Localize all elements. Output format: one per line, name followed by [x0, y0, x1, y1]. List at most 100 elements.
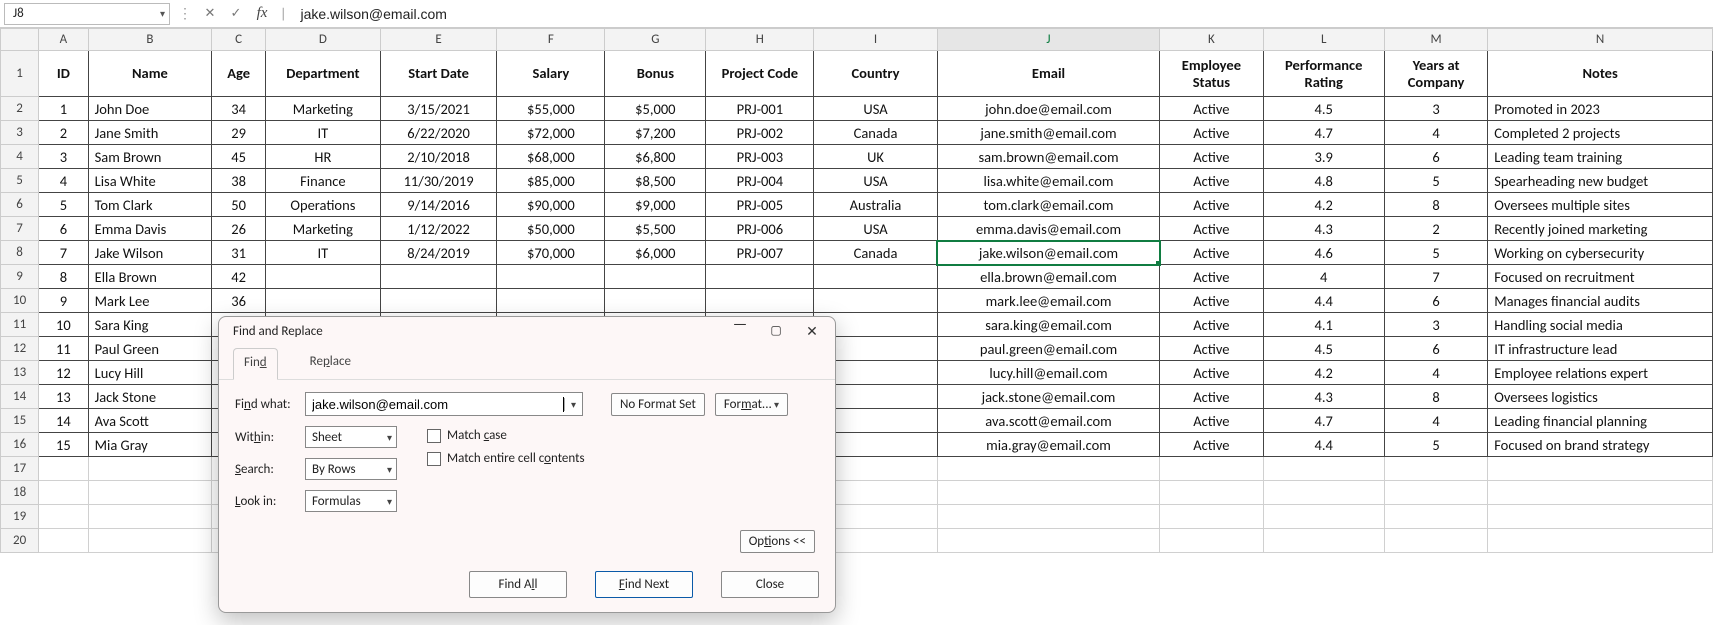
row-header[interactable]: 9 [1, 265, 39, 289]
cell[interactable]: 5 [1384, 241, 1487, 265]
cell[interactable]: PRJ-002 [706, 121, 814, 145]
maximize-icon[interactable]: ▢ [767, 323, 785, 340]
cell[interactable]: Active [1160, 97, 1263, 121]
find-what-field[interactable] [306, 397, 563, 412]
cell[interactable]: 4 [39, 169, 88, 193]
cell[interactable]: Active [1160, 241, 1263, 265]
cell[interactable]: $55,000 [497, 97, 605, 121]
cell[interactable]: $8,500 [605, 169, 706, 193]
cell[interactable]: Finance [266, 169, 381, 193]
cell[interactable]: 34 [212, 97, 266, 121]
cell[interactable]: 4.3 [1263, 385, 1384, 409]
cell[interactable] [1263, 481, 1384, 505]
cell[interactable] [266, 265, 381, 289]
cell[interactable]: Email [937, 51, 1159, 97]
column-header[interactable]: N [1488, 29, 1713, 51]
cell[interactable]: Active [1160, 169, 1263, 193]
cell[interactable]: Focused on recruitment [1488, 265, 1713, 289]
cell[interactable]: Recently joined marketing [1488, 217, 1713, 241]
cell[interactable]: $70,000 [497, 241, 605, 265]
cell[interactable]: Tom Clark [88, 193, 212, 217]
cell[interactable]: Active [1160, 313, 1263, 337]
cell[interactable]: 12 [39, 361, 88, 385]
cell[interactable]: PRJ-003 [706, 145, 814, 169]
cell[interactable]: 11 [39, 337, 88, 361]
cell[interactable]: 50 [212, 193, 266, 217]
cell[interactable] [937, 505, 1159, 529]
cell[interactable] [1488, 529, 1713, 553]
row-header[interactable]: 14 [1, 385, 39, 409]
cell[interactable] [380, 289, 497, 313]
cell[interactable]: PRJ-004 [706, 169, 814, 193]
cell[interactable]: $68,000 [497, 145, 605, 169]
row-header[interactable]: 20 [1, 529, 39, 553]
cell[interactable]: 4.6 [1263, 241, 1384, 265]
cell[interactable]: 3/15/2021 [380, 97, 497, 121]
cell[interactable]: Promoted in 2023 [1488, 97, 1713, 121]
cell[interactable]: lisa.white@email.com [937, 169, 1159, 193]
cell[interactable]: PRJ-001 [706, 97, 814, 121]
cell[interactable]: 4 [1384, 361, 1487, 385]
cell[interactable] [937, 481, 1159, 505]
cell[interactable]: 8 [1384, 193, 1487, 217]
cell[interactable]: 6/22/2020 [380, 121, 497, 145]
cell[interactable]: USA [814, 217, 938, 241]
cell[interactable]: Years at Company [1384, 51, 1487, 97]
cell[interactable]: 10 [39, 313, 88, 337]
cell[interactable]: John Doe [88, 97, 212, 121]
cell[interactable]: 2 [39, 121, 88, 145]
find-next-button[interactable]: Find Next [595, 571, 693, 598]
cell[interactable]: PRJ-007 [706, 241, 814, 265]
cell[interactable]: Australia [814, 193, 938, 217]
cell[interactable]: Lisa White [88, 169, 212, 193]
row-header[interactable]: 2 [1, 97, 39, 121]
cell[interactable] [1160, 457, 1263, 481]
cell[interactable]: IT infrastructure lead [1488, 337, 1713, 361]
cell[interactable]: 36 [212, 289, 266, 313]
cell[interactable]: 31 [212, 241, 266, 265]
search-select[interactable]: By Rows▾ [305, 458, 397, 480]
cell[interactable]: Marketing [266, 217, 381, 241]
match-entire-checkbox[interactable]: Match entire cell contents [427, 451, 585, 466]
cell[interactable] [1384, 505, 1487, 529]
cell[interactable]: Marketing [266, 97, 381, 121]
cell[interactable]: Employee Status [1160, 51, 1263, 97]
cell[interactable]: PRJ-005 [706, 193, 814, 217]
cell[interactable]: 4.5 [1263, 97, 1384, 121]
cell[interactable]: $72,000 [497, 121, 605, 145]
cell[interactable]: Salary [497, 51, 605, 97]
column-header[interactable]: J [937, 29, 1159, 51]
cell[interactable]: HR [266, 145, 381, 169]
cell[interactable]: Mia Gray [88, 433, 212, 457]
cell[interactable]: Country [814, 51, 938, 97]
cell[interactable]: Active [1160, 361, 1263, 385]
cell[interactable]: Manages financial audits [1488, 289, 1713, 313]
column-header[interactable]: K [1160, 29, 1263, 51]
column-header[interactable]: A [39, 29, 88, 51]
row-header[interactable]: 19 [1, 505, 39, 529]
row-header[interactable]: 1 [1, 51, 39, 97]
column-header[interactable]: M [1384, 29, 1487, 51]
options-button[interactable]: Options << [740, 530, 815, 553]
cell[interactable]: 4.2 [1263, 361, 1384, 385]
column-header[interactable]: E [380, 29, 497, 51]
cell[interactable]: Jane Smith [88, 121, 212, 145]
column-header[interactable]: B [88, 29, 212, 51]
cell[interactable]: 29 [212, 121, 266, 145]
cell[interactable]: Operations [266, 193, 381, 217]
cell[interactable]: USA [814, 169, 938, 193]
cell[interactable]: Active [1160, 289, 1263, 313]
cell[interactable] [706, 265, 814, 289]
cell[interactable] [1263, 457, 1384, 481]
cell[interactable]: 8/24/2019 [380, 241, 497, 265]
cell[interactable] [1160, 505, 1263, 529]
cell[interactable] [1384, 457, 1487, 481]
cell[interactable]: Oversees logistics [1488, 385, 1713, 409]
column-header[interactable]: F [497, 29, 605, 51]
cell[interactable]: 7 [39, 241, 88, 265]
cell[interactable] [39, 505, 88, 529]
cell[interactable]: 5 [39, 193, 88, 217]
column-header[interactable]: C [212, 29, 266, 51]
name-box[interactable]: J8 ▾ [4, 3, 170, 25]
cell[interactable]: Active [1160, 217, 1263, 241]
